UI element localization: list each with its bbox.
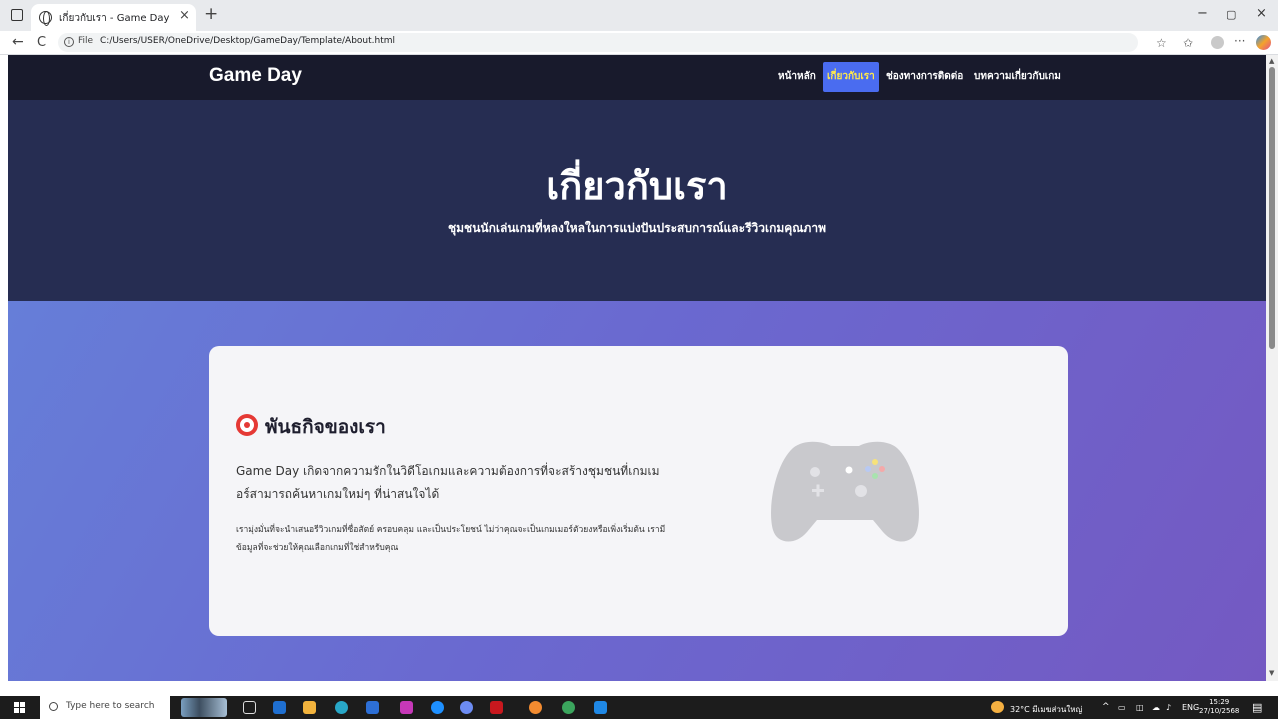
globe-icon xyxy=(39,11,52,26)
reload-button[interactable]: C xyxy=(37,35,46,50)
mission-lead: Game Day เกิดจากความรักในวิดีโอเกมและควา… xyxy=(236,464,660,501)
info-icon[interactable]: i xyxy=(64,37,74,47)
weather-icon[interactable] xyxy=(991,701,1004,713)
tab-title: เกี่ยวกับเรา - Game Day xyxy=(59,13,170,24)
vscode-icon[interactable] xyxy=(594,701,607,714)
notifications-icon[interactable]: ▤ xyxy=(1252,701,1262,714)
search-placeholder: Type here to search xyxy=(66,701,155,711)
browser-tab-strip: เกี่ยวกับเรา - Game Day × + − ▢ × xyxy=(0,0,1278,31)
search-highlight-image[interactable] xyxy=(181,698,227,717)
address-text[interactable]: C:/Users/USER/OneDrive/Desktop/GameDay/T… xyxy=(100,36,395,46)
taskbar-search-input[interactable]: Type here to search xyxy=(40,696,170,719)
onedrive-icon[interactable]: ☁ xyxy=(1152,703,1160,712)
store-icon[interactable] xyxy=(366,701,379,714)
tray-overflow-icon[interactable]: ^ xyxy=(1102,702,1110,712)
target-icon xyxy=(236,414,258,436)
profile-avatar[interactable] xyxy=(1211,36,1224,49)
nav-contact[interactable]: ช่องทางการติดต่อ xyxy=(886,62,963,92)
address-bar[interactable]: i File C:/Users/USER/OneDrive/Desktop/Ga… xyxy=(58,33,1138,52)
copilot-icon[interactable] xyxy=(1256,35,1271,50)
favorites-icon[interactable]: ✩ xyxy=(1183,36,1193,50)
close-tab-icon[interactable]: × xyxy=(179,8,190,23)
language-indicator[interactable]: ENG xyxy=(1182,703,1199,712)
favorite-star-icon[interactable]: ☆ xyxy=(1156,36,1167,50)
search-icon xyxy=(49,702,58,711)
clock-time: 15:29 xyxy=(1209,698,1230,706)
hero-subtitle: ชุมชนนักเล่นเกมที่หลงใหลในการแบ่งปันประส… xyxy=(448,221,826,235)
scroll-thumb[interactable] xyxy=(1269,67,1275,349)
chrome-icon[interactable] xyxy=(562,701,575,714)
windows-start-icon[interactable] xyxy=(14,702,26,714)
app-icon[interactable] xyxy=(460,701,473,714)
meet-now-icon[interactable]: ◫ xyxy=(1136,703,1144,712)
chrome-profile-icon[interactable] xyxy=(529,701,542,714)
window-close-button[interactable]: × xyxy=(1256,6,1267,21)
file-explorer-icon[interactable] xyxy=(303,701,316,714)
page-title: เกี่ยวกับเรา xyxy=(546,164,728,208)
tab-actions-icon[interactable] xyxy=(11,9,23,21)
nav-articles[interactable]: บทความเกี่ยวกับเกม xyxy=(974,62,1061,92)
task-view-icon[interactable] xyxy=(243,701,256,714)
taskbar: Type here to search 32°C มีเมฆส่วนใหญ่ ^… xyxy=(0,696,1278,719)
scroll-up-icon[interactable]: ▲ xyxy=(1269,57,1274,65)
restore-button[interactable]: ▢ xyxy=(1226,8,1236,21)
mission-body: เรามุ่งมั่นที่จะนำเสนอรีวิวเกมที่ซื่อสัต… xyxy=(236,525,666,553)
red-app-icon[interactable] xyxy=(490,701,503,714)
volume-icon[interactable]: ♪ xyxy=(1166,703,1171,712)
nav-home[interactable]: หน้าหลัก xyxy=(778,62,816,92)
new-tab-button[interactable]: + xyxy=(204,4,218,24)
weather-text[interactable]: 32°C มีเมฆส่วนใหญ่ xyxy=(1010,703,1082,716)
mission-section: พันธกิจของเรา Game Day เกิดจากความรักในว… xyxy=(8,301,1266,681)
scroll-down-icon[interactable]: ▼ xyxy=(1269,669,1274,677)
mission-title: พันธกิจของเรา xyxy=(265,416,386,438)
browser-tab[interactable]: เกี่ยวกับเรา - Game Day × xyxy=(31,4,196,31)
network-icon[interactable]: ▭ xyxy=(1118,703,1126,712)
minimize-button[interactable]: − xyxy=(1197,6,1208,21)
instagram-icon[interactable] xyxy=(400,701,413,714)
site-brand[interactable]: Game Day xyxy=(209,65,302,87)
browser-toolbar: ← C i File C:/Users/USER/OneDrive/Deskto… xyxy=(0,31,1278,55)
more-menu-icon[interactable]: ··· xyxy=(1234,34,1245,48)
game-controller-icon xyxy=(771,441,919,542)
nav-about[interactable]: เกี่ยวกับเรา xyxy=(823,62,879,92)
clock[interactable]: 15:29 27/10/2568 xyxy=(1199,698,1239,716)
outlook-icon[interactable] xyxy=(273,701,286,714)
media-player-icon[interactable] xyxy=(431,701,444,714)
site-navbar: Game Day หน้าหลัก เกี่ยวกับเรา ช่องทางกา… xyxy=(8,55,1266,100)
hero-section: เกี่ยวกับเรา ชุมชนนักเล่นเกมที่หลงใหลในก… xyxy=(8,100,1266,301)
page-scrollbar[interactable]: ▲ ▼ xyxy=(1266,55,1278,681)
mission-card: พันธกิจของเรา Game Day เกิดจากความรักในว… xyxy=(209,346,1068,636)
clock-date: 27/10/2568 xyxy=(1199,707,1240,715)
page-viewport: Game Day หน้าหลัก เกี่ยวกับเรา ช่องทางกา… xyxy=(8,55,1266,681)
back-button[interactable]: ← xyxy=(12,34,24,50)
file-label: File xyxy=(78,36,94,46)
edge-icon[interactable] xyxy=(335,701,348,714)
